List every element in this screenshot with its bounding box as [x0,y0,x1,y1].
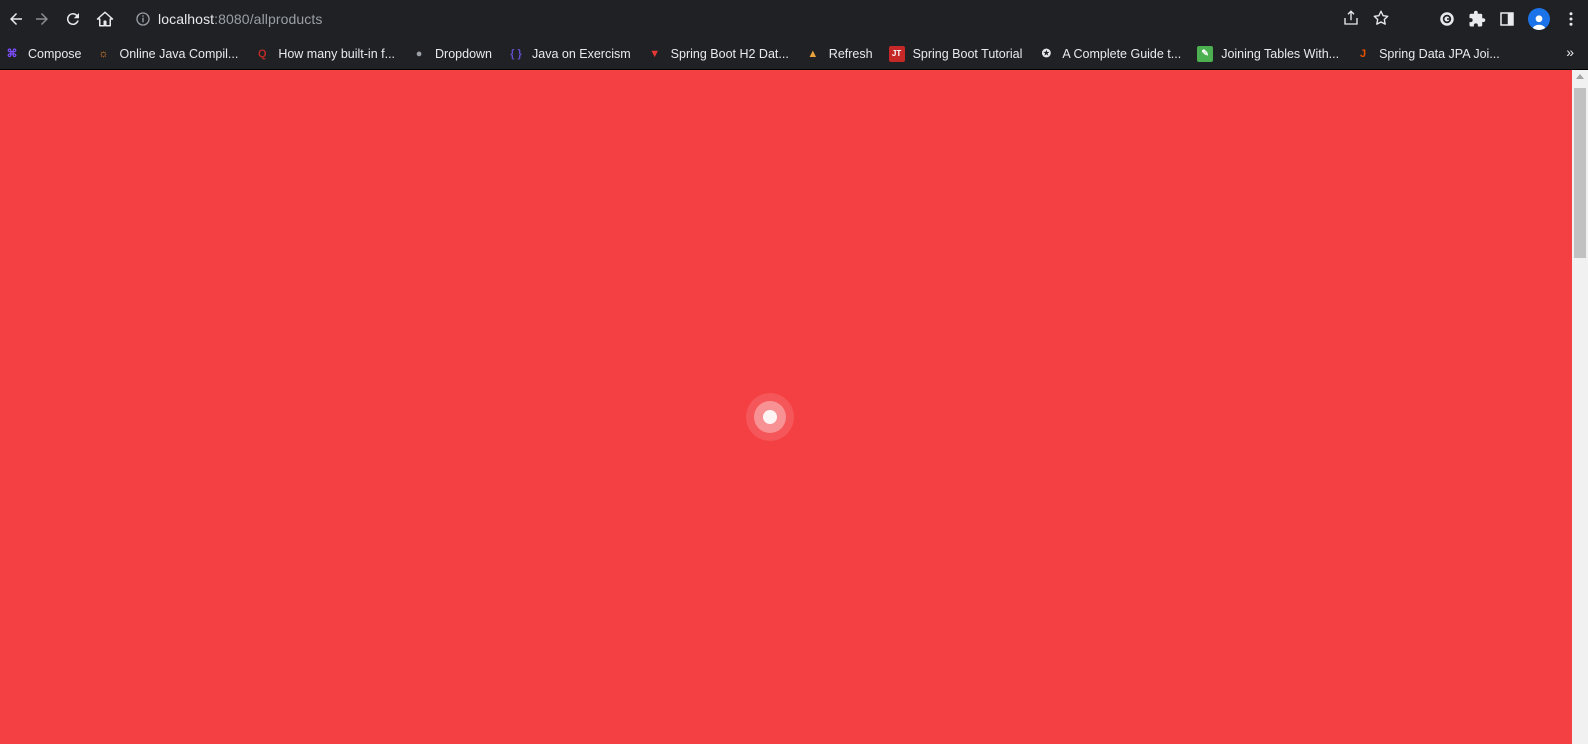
bookmark-label: Online Java Compil... [119,46,239,61]
bookmark-label: Spring Boot H2 Dat... [670,46,789,61]
globe-icon: ● [415,47,423,60]
person-icon [1532,15,1546,30]
menu-kebab-icon[interactable] [1562,10,1580,28]
triangle-logo-icon: ▼ [649,47,661,60]
bookmark-item[interactable]: { } Java on Exercism [506,40,645,68]
bookmark-item[interactable]: ▼ Spring Boot H2 Dat... [645,40,803,68]
online-compiler-icon: ☼ [98,47,109,60]
grammarly-icon[interactable] [1438,10,1456,28]
reload-icon [66,13,79,26]
url-text[interactable]: localhost:8080/allproducts [158,11,322,27]
side-panel-icon[interactable] [1498,10,1516,28]
javatpoint-icon: JT [888,45,905,62]
spinner-dot [763,410,777,424]
bookmarks-bar: ⌘ Compose ☼ Online Java Compil... Q How … [0,38,1588,70]
forward-button[interactable] [26,3,58,35]
bookmark-item[interactable]: ✎ Joining Tables With... [1195,40,1353,68]
bookmark-item[interactable]: J Spring Data JPA Joi... [1353,40,1508,68]
bookmark-label: Joining Tables With... [1221,46,1340,61]
bookmark-label: Spring Data JPA Joi... [1379,46,1500,61]
reload-button[interactable] [57,3,89,35]
arrow-left-icon [10,13,22,25]
bookmark-item[interactable]: ● Dropdown [409,40,506,68]
bookmark-label: Refresh [828,46,873,61]
info-icon [136,12,150,26]
refresh-logo-icon: ▲ [807,47,819,60]
extensions-area [1438,4,1580,34]
spinner-ring [754,401,786,433]
url-path: :8080/allproducts [214,11,323,27]
loading-spinner-icon [746,393,794,441]
scroll-thumb[interactable] [1574,88,1586,258]
home-icon [96,11,114,27]
star-badge-icon: ✪ [1041,48,1051,60]
address-bar[interactable]: localhost:8080/allproducts [128,4,1398,34]
browser-toolbar: localhost:8080/allproducts [0,0,1588,38]
j-logo-icon: J [1360,47,1367,60]
share-icon[interactable] [1342,9,1360,27]
bookmark-item[interactable]: ⌘ Compose [2,40,94,68]
bookmarks-overflow-button[interactable]: » [1566,44,1574,60]
scroll-up-arrow-icon[interactable] [1576,74,1584,79]
site-info-button[interactable] [128,11,158,27]
arrow-right-icon [36,13,48,25]
bookmark-star-icon[interactable] [1372,9,1390,27]
url-host: localhost [158,11,215,27]
compose-icon: ⌘ [6,48,18,60]
bookmark-label: Compose [28,46,82,61]
bookmark-label: Java on Exercism [532,46,631,61]
exercism-icon: { } [510,47,522,60]
bookmark-label: Dropdown [435,46,493,61]
bookmark-item[interactable]: ✪ A Complete Guide t... [1036,40,1195,68]
bookmark-item[interactable]: ▲ Refresh [803,40,887,68]
bookmark-label: Spring Boot Tutorial [912,46,1023,61]
page-content [0,70,1572,744]
home-button[interactable] [89,3,121,35]
bookmark-item[interactable]: JT Spring Boot Tutorial [887,40,1037,68]
bookmark-label: How many built-in f... [278,46,396,61]
profile-avatar[interactable] [1528,8,1550,30]
vertical-scrollbar[interactable] [1572,70,1588,744]
bookmark-item[interactable]: Q How many built-in f... [252,40,409,68]
leaf-icon: ✎ [1197,45,1214,62]
bookmark-item[interactable]: ☼ Online Java Compil... [94,40,253,68]
extensions-puzzle-icon[interactable] [1468,10,1486,28]
bookmark-label: A Complete Guide t... [1062,46,1182,61]
quora-icon: Q [258,47,267,60]
